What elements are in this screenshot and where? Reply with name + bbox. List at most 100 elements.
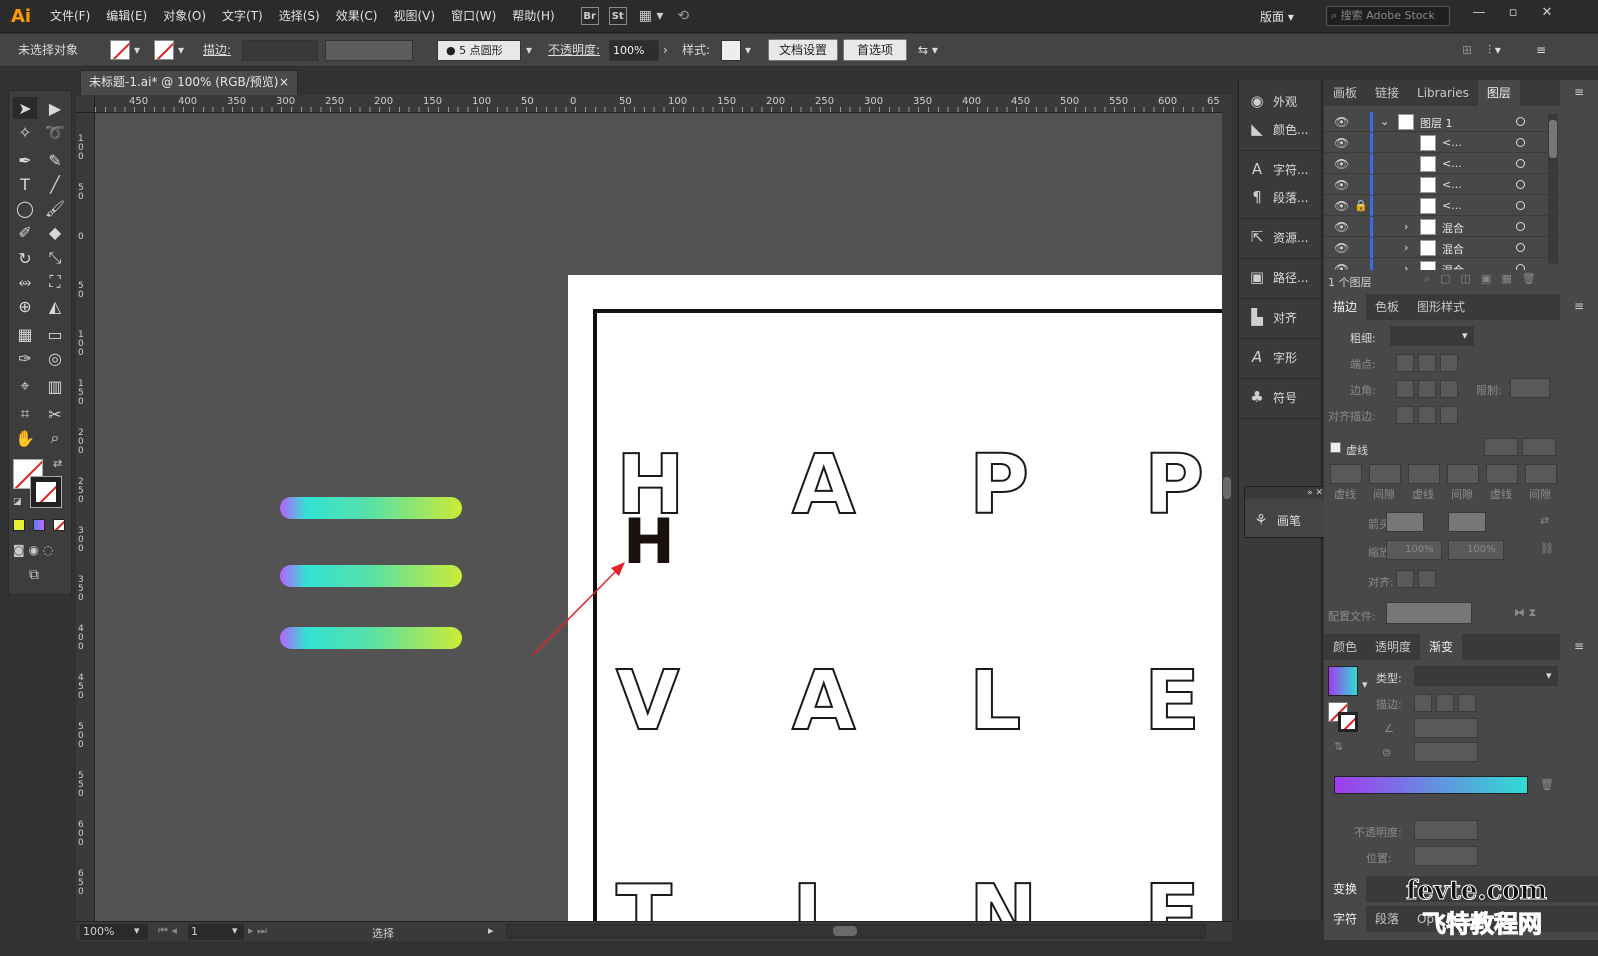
layers-scrollbar[interactable] xyxy=(1548,114,1558,264)
letter-a[interactable]: A xyxy=(791,444,856,528)
lasso-icon[interactable]: ➰ xyxy=(43,121,67,143)
align-panel-button[interactable]: ▙ 对齐 xyxy=(1245,304,1319,330)
align-outside-icon[interactable] xyxy=(1440,406,1458,424)
arrow-start-select[interactable] xyxy=(1386,512,1424,532)
appearance-panel-button[interactable]: ◉ 外观 xyxy=(1245,88,1319,114)
scale-start-input[interactable]: 100% xyxy=(1386,540,1442,560)
gradient-type-select[interactable] xyxy=(1414,666,1558,686)
color-mode-icon[interactable] xyxy=(13,519,25,531)
opacity-input[interactable]: 100% xyxy=(609,40,659,61)
close-tab-icon[interactable]: × xyxy=(279,71,289,94)
popup-controls-icon[interactable]: » ✕ xyxy=(1245,487,1327,499)
workspace-switcher[interactable]: 版面 ▾ xyxy=(1260,8,1294,25)
delete-stop-icon[interactable]: 🗑 xyxy=(1540,778,1554,791)
aspect-ratio-input[interactable] xyxy=(1414,742,1478,762)
shaper-tool-icon[interactable]: ✐ xyxy=(13,221,37,243)
join-round-icon[interactable] xyxy=(1418,380,1436,398)
visibility-icon[interactable]: 👁 xyxy=(1334,199,1349,213)
align-inside-icon[interactable] xyxy=(1418,406,1436,424)
gradient-bar-3[interactable] xyxy=(280,627,462,649)
chevron-down-icon[interactable]: ▾ xyxy=(1546,669,1552,682)
gap-1-input[interactable] xyxy=(1369,464,1401,484)
fill-swatch[interactable] xyxy=(110,40,130,60)
layer-row[interactable]: 👁›混合 xyxy=(1324,238,1560,258)
eraser-icon[interactable]: ◆ xyxy=(43,221,67,243)
profile-select[interactable] xyxy=(1386,602,1472,624)
first-page-icon[interactable]: ⏮ ◂ xyxy=(158,924,177,938)
cap-round-icon[interactable] xyxy=(1418,354,1436,372)
letter-i[interactable]: I xyxy=(791,874,823,922)
shape-builder-icon[interactable]: ⊕ xyxy=(13,295,37,317)
chevron-down-icon[interactable]: ▾ xyxy=(134,924,140,937)
scroll-thumb[interactable] xyxy=(1223,477,1231,499)
dash-3-input[interactable] xyxy=(1486,464,1518,484)
gradient-bar-2[interactable] xyxy=(280,565,462,587)
letter-e[interactable]: E xyxy=(1143,660,1201,744)
chevron-right-icon[interactable]: › xyxy=(1404,241,1408,254)
angle-input[interactable] xyxy=(1414,718,1478,738)
menu-file[interactable]: 文件(F) xyxy=(42,0,98,33)
brushes-panel-button[interactable]: ⚘ 画笔 xyxy=(1249,507,1323,533)
vertical-scrollbar[interactable] xyxy=(1222,95,1232,921)
letter-n[interactable]: N xyxy=(968,874,1039,922)
magic-wand-icon[interactable]: ✧ xyxy=(13,121,37,143)
arrange-documents-icon[interactable]: ▦ ▾ xyxy=(639,8,664,24)
curvature-tool-icon[interactable]: ✎ xyxy=(43,149,67,171)
eyedropper-icon[interactable]: ✑ xyxy=(13,347,37,369)
ellipse-tool-icon[interactable]: ◯ xyxy=(13,197,37,219)
stroke-weight-field[interactable] xyxy=(242,40,318,61)
paragraph-panel-button[interactable]: ¶ 段落... xyxy=(1245,184,1319,210)
horizontal-ruler[interactable]: 450 400 350 300 250 200 150 100 50 0 50 100 150 200 25… xyxy=(95,95,1232,113)
layer-row[interactable]: 👁 ⌄ 图层 1 xyxy=(1324,112,1560,132)
stroke-swatch[interactable] xyxy=(154,40,174,60)
scale-tool-icon[interactable]: ⤡ xyxy=(43,247,67,269)
menu-edit[interactable]: 编辑(E) xyxy=(98,0,155,33)
status-menu-icon[interactable]: ▸ xyxy=(488,924,494,937)
artboard-tool-icon[interactable]: ⌗ xyxy=(13,403,37,425)
join-bevel-icon[interactable] xyxy=(1440,380,1458,398)
letter-p[interactable]: P xyxy=(1143,444,1205,528)
visibility-icon[interactable]: 👁 xyxy=(1334,262,1349,270)
canvas[interactable]: H A P P H V A L E T I N E xyxy=(95,113,1222,921)
cap-square-icon[interactable] xyxy=(1440,354,1458,372)
panel-menu-icon[interactable]: ≡ xyxy=(1574,299,1584,313)
layer-footer-icons[interactable]: ⌕▢◫▣▦🗑 xyxy=(1424,272,1546,286)
stop-opacity-input[interactable] xyxy=(1414,820,1478,840)
chevron-right-icon[interactable]: › xyxy=(663,40,668,61)
brush-definition[interactable]: ● 5 点圆形 xyxy=(437,40,521,61)
visibility-icon[interactable]: 👁 xyxy=(1334,178,1349,192)
expand-icon[interactable]: ⌄ xyxy=(1380,115,1389,128)
selection-tool-icon[interactable]: ➤ xyxy=(13,97,37,119)
zoom-tool-icon[interactable]: ⌕ xyxy=(43,427,67,449)
tab-stroke[interactable]: 描边 xyxy=(1324,294,1367,320)
document-tab[interactable]: 未标题-1.ai* @ 100% (RGB/预览) × xyxy=(80,70,298,95)
paintbrush-icon[interactable]: 🖌 xyxy=(43,197,67,219)
width-tool-icon[interactable]: ⥈ xyxy=(13,271,37,293)
reverse-gradient-icon[interactable]: ⇅ xyxy=(1334,740,1343,753)
symbol-sprayer-icon[interactable]: ⌖ xyxy=(13,375,37,397)
scale-end-input[interactable]: 100% xyxy=(1448,540,1504,560)
symbols-panel-button[interactable]: ♣ 符号 xyxy=(1245,384,1319,410)
rotate-tool-icon[interactable]: ↻ xyxy=(13,247,37,269)
minimize-icon[interactable]: — xyxy=(1462,0,1496,24)
chevron-right-icon[interactable]: › xyxy=(1404,262,1408,270)
chevron-down-icon[interactable]: ▾ xyxy=(745,40,751,61)
chevron-down-icon[interactable]: ▾ xyxy=(1362,678,1368,691)
tab-links[interactable]: 链接 xyxy=(1366,80,1408,106)
menu-view[interactable]: 视图(V) xyxy=(385,0,443,33)
scroll-thumb[interactable] xyxy=(833,926,857,936)
hand-tool-icon[interactable]: ✋ xyxy=(13,427,37,449)
gradient-tool-icon[interactable]: ▭ xyxy=(43,323,67,345)
menu-type[interactable]: 文字(T) xyxy=(214,0,271,33)
visibility-icon[interactable]: 👁 xyxy=(1334,136,1349,150)
layer-row[interactable]: 👁›混合 xyxy=(1324,259,1560,270)
transform-icon[interactable]: ⊞ xyxy=(1462,40,1472,61)
layer-row[interactable]: 👁 <... xyxy=(1324,175,1560,195)
gradient-bar-1[interactable] xyxy=(280,497,462,519)
chevron-right-icon[interactable]: › xyxy=(1404,220,1408,233)
stroke-gradient-1-icon[interactable] xyxy=(1414,694,1432,712)
tab-layers[interactable]: 图层 xyxy=(1477,80,1520,106)
letter-l[interactable]: L xyxy=(968,660,1022,744)
none-mode-icon[interactable] xyxy=(53,519,65,531)
menu-effect[interactable]: 效果(C) xyxy=(328,0,386,33)
